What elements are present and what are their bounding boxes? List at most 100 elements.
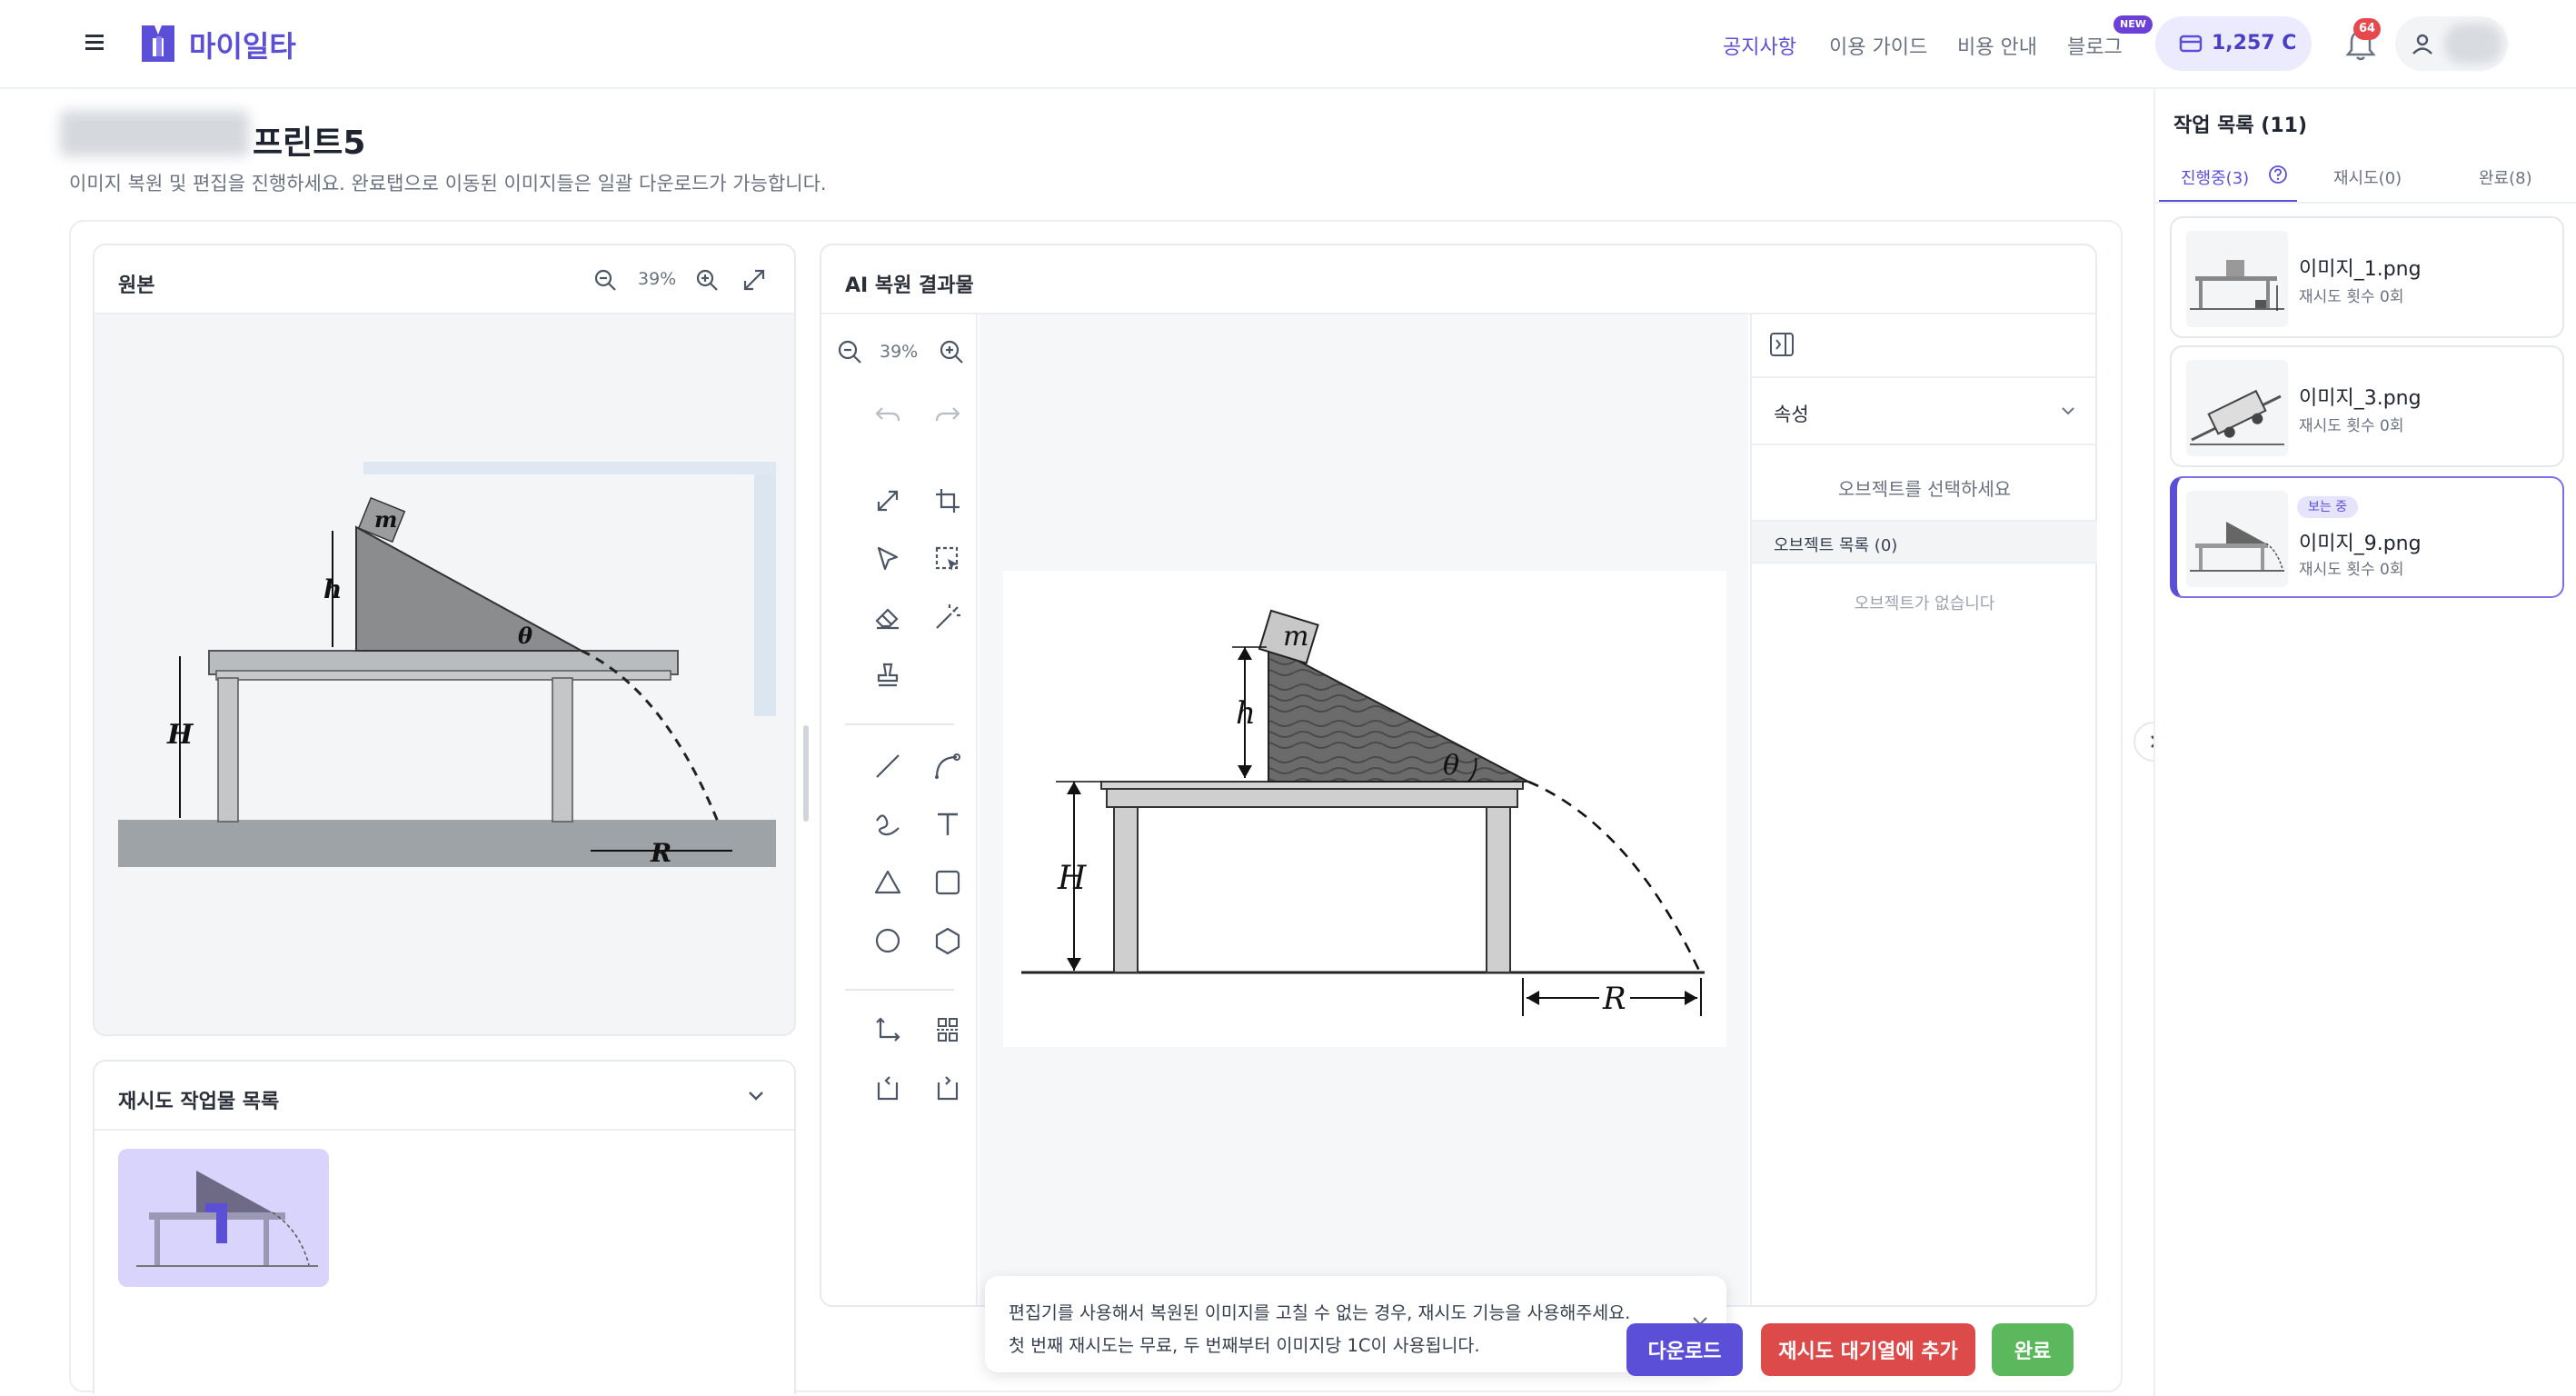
page-subtitle: 이미지 복원 및 편집을 진행하세요. 완료탭으로 이동된 이미지들은 일괄 다… (69, 173, 827, 194)
result-label-H: H (1057, 860, 1087, 897)
original-scan-image: m h θ H R (118, 462, 776, 891)
job-retry-count: 재시도 횟수 0회 (2299, 417, 2404, 435)
curve-tool-icon[interactable] (929, 747, 967, 785)
original-panel-header: 원본 (94, 245, 794, 314)
original-canvas: m h θ H R (94, 314, 794, 1034)
retry-list-title: 재시도 작업물 목록 (118, 1091, 280, 1113)
object-list-header: 오브젝트 목록 (0) (1752, 520, 2097, 563)
new-badge: NEW (2114, 15, 2153, 34)
line-tool-icon[interactable] (869, 747, 907, 785)
help-circle-icon[interactable] (2268, 165, 2288, 184)
resize-icon[interactable] (869, 482, 907, 520)
panel-resize-handle[interactable] (803, 725, 809, 822)
undo-icon[interactable] (869, 394, 907, 433)
retry-list-panel: 재시도 작업물 목록 (93, 1060, 796, 1394)
credits-button[interactable]: 1,257 C (2155, 16, 2312, 71)
toast-line-2: 첫 번째 재시도는 무료, 두 번째부터 이미지당 1C이 사용됩니다. (1009, 1335, 1480, 1356)
restored-diagram[interactable]: m h θ H R (1003, 571, 1726, 1047)
user-icon (2410, 31, 2435, 56)
tab-retry[interactable]: 재시도(0) (2333, 165, 2402, 189)
job-list-panel: 작업 목록 (11) 진행중(3) 재시도(0) 완료(8) 이미지_1.png… (2153, 89, 2576, 1396)
original-title: 원본 (118, 274, 155, 297)
original-panel: 원본 39% m h θ H R (93, 244, 796, 1036)
job-item[interactable]: 이미지_1.png 재시도 횟수 0회 (2170, 216, 2564, 338)
freehand-tool-icon[interactable] (869, 805, 907, 843)
tab-in-progress[interactable]: 진행중(3) (2181, 165, 2249, 189)
toolbar-divider (845, 989, 954, 991)
main-content: 프린트5 이미지 복원 및 편집을 진행하세요. 완료탭으로 이동된 이미지들은… (0, 89, 2153, 1396)
viewing-badge: 보는 중 (2297, 496, 2359, 518)
job-name: 이미지_9.png (2299, 533, 2422, 555)
job-name: 이미지_3.png (2299, 387, 2422, 410)
tab-completed[interactable]: 완료(8) (2479, 165, 2532, 189)
result-panel-header: AI 복원 결과물 (821, 245, 2095, 314)
tabs-divider (2155, 202, 2576, 204)
retry-list-header[interactable]: 재시도 작업물 목록 (94, 1062, 794, 1131)
properties-section-header[interactable]: 속성 (1752, 378, 2097, 444)
complete-button[interactable]: 완료 (1992, 1323, 2074, 1376)
job-item[interactable]: 이미지_3.png 재시도 횟수 0회 (2170, 345, 2564, 467)
stamp-icon[interactable] (869, 656, 907, 694)
circle-tool-icon[interactable] (869, 922, 907, 960)
job-list-title: 작업 목록 (11) (2173, 115, 2308, 137)
redo-icon[interactable] (929, 394, 967, 433)
nav-blog[interactable]: 블로그 (2067, 31, 2123, 60)
triangle-tool-icon[interactable] (869, 863, 907, 902)
chevron-down-icon (2059, 402, 2077, 420)
result-label-theta: θ (1443, 750, 1459, 782)
result-label-m: m (1283, 621, 1308, 653)
object-list-title: 오브젝트 목록 (0) (1774, 536, 1898, 555)
text-tool-icon[interactable] (929, 805, 967, 843)
eraser-icon[interactable] (869, 598, 907, 636)
area-select-icon[interactable] (929, 540, 967, 578)
result-panel: AI 복원 결과물 39% m h θ H R 편집기를 사용해서 복원된 이미… (820, 244, 2097, 1372)
properties-title: 속성 (1774, 404, 1809, 425)
original-label-R: R (650, 838, 671, 868)
original-zoom-level: 39% (638, 269, 677, 289)
original-label-h: h (323, 574, 342, 604)
properties-panel: 속성 오브젝트를 선택하세요 오브젝트 목록 (0) 오브젝트가 없습니다 (1750, 314, 2097, 1305)
editor-toolbar: 39% (821, 314, 978, 1305)
zoom-in-icon[interactable] (932, 333, 970, 371)
download-button[interactable]: 다운로드 (1626, 1323, 1743, 1376)
nav-pricing[interactable]: 비용 안내 (1957, 31, 2037, 60)
user-menu-button[interactable] (2395, 16, 2508, 71)
rectangle-tool-icon[interactable] (929, 863, 967, 902)
chevron-down-icon[interactable] (745, 1085, 767, 1107)
job-thumbnail (2186, 360, 2288, 456)
magic-wand-icon[interactable] (929, 598, 967, 636)
collapse-panel-icon[interactable] (1768, 331, 1795, 358)
select-pointer-icon[interactable] (869, 540, 907, 578)
zoom-in-icon[interactable] (694, 267, 720, 293)
hexagon-tool-icon[interactable] (929, 922, 967, 960)
zoom-out-icon[interactable] (592, 267, 618, 293)
logo-icon[interactable] (138, 22, 178, 65)
credits-amount: 1,257 C (2212, 32, 2297, 55)
username-blurred (2444, 24, 2502, 64)
job-item-active[interactable]: 보는 중 이미지_9.png 재시도 횟수 0회 (2170, 476, 2564, 598)
page-title-blurred (60, 111, 249, 156)
top-header: 마이일타 공지사항 이용 가이드 비용 안내 블로그 NEW 1,257 C 6… (0, 0, 2576, 89)
select-object-prompt: 오브젝트를 선택하세요 (1837, 478, 2012, 500)
logo-text[interactable]: 마이일타 (189, 24, 296, 65)
crop-icon[interactable] (929, 482, 967, 520)
nav-guide[interactable]: 이용 가이드 (1829, 31, 1927, 60)
job-name: 이미지_1.png (2299, 258, 2422, 281)
job-retry-count: 재시도 횟수 0회 (2299, 288, 2404, 306)
retry-thumbnail[interactable] (118, 1149, 329, 1287)
nav-notice[interactable]: 공지사항 (1723, 31, 1796, 60)
add-to-retry-queue-button[interactable]: 재시도 대기열에 추가 (1761, 1323, 1975, 1376)
zoom-out-icon[interactable] (830, 333, 869, 371)
hamburger-menu-icon[interactable] (84, 31, 107, 53)
align-tool-icon[interactable] (929, 1011, 967, 1049)
rotate-right-icon[interactable] (929, 1069, 967, 1107)
fullscreen-icon[interactable] (741, 267, 767, 293)
result-label-h: h (1236, 695, 1256, 732)
result-canvas: m h θ H R 편집기를 사용해서 복원된 이미지를 고칠 수 없는 경우,… (980, 314, 1748, 1372)
info-toast: 편집기를 사용해서 복원된 이미지를 고칠 수 없는 경우, 재시도 기능을 사… (985, 1276, 1726, 1372)
axis-tool-icon[interactable] (869, 1011, 907, 1049)
job-thumbnail (2186, 491, 2288, 587)
credit-card-icon (2179, 35, 2203, 53)
original-label-m: m (374, 506, 397, 533)
rotate-left-icon[interactable] (869, 1069, 907, 1107)
